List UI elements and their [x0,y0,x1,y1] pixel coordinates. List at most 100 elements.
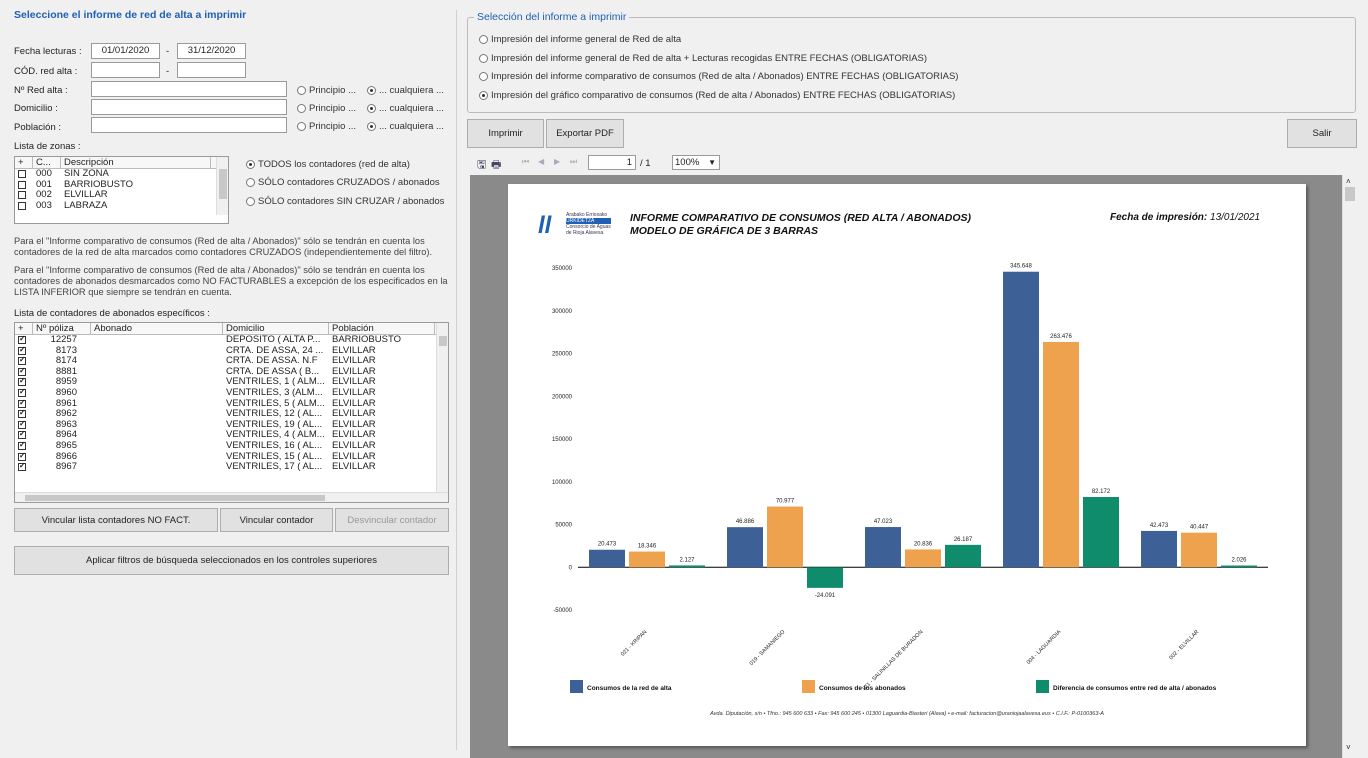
report-option-radio[interactable]: Impresión del informe general de Red de … [479,34,681,45]
scroll-up-icon[interactable]: ˄ [1346,177,1351,186]
data-label: 20.836 [914,541,933,547]
scroll-thumb[interactable] [25,495,325,501]
row-checkbox[interactable] [15,441,33,452]
sin-cruzar-radio[interactable]: SÓLO contadores SIN CRUZAR / abonados [246,196,444,207]
list-item[interactable]: 003 LABRAZA [15,201,228,212]
cod-to-input[interactable] [177,62,246,78]
logo-icon: ll [538,212,552,239]
row-checkbox[interactable] [15,201,33,212]
next-page-icon[interactable]: ▶ [554,157,560,166]
zoom-value: 100% [675,157,700,168]
radio-label: Impresión del informe comparativo de con… [491,71,959,82]
data-label: 18.346 [638,544,657,550]
table-row[interactable]: 12257 DEPOSITO ( ALTA P... BARRIOBUSTO [15,335,448,346]
desvincular-button[interactable]: Desvincular contador [335,508,449,532]
abonados-hscrollbar[interactable] [15,492,448,502]
row-checkbox[interactable] [15,335,33,346]
radio-label: Principio ... [309,85,356,96]
poblacion-cell: ELVILLAR [332,409,376,420]
nred-cualquiera-radio[interactable]: ... cualquiera ... [367,85,444,96]
page-input[interactable]: 1 [588,155,636,170]
nred-input[interactable] [91,81,287,97]
table-row[interactable]: 8967 VENTRILES, 17 ( AL... ELVILLAR [15,462,448,473]
list-item[interactable]: 000 SIN ZONA [15,169,228,180]
viewer-scrollbar[interactable]: ˄ ˅ [1342,175,1356,758]
category-label: 011 - SALINILLAS DE BURADON [862,629,925,692]
table-row[interactable]: 8881 CRTA. DE ASSA ( B... ELVILLAR [15,367,448,378]
imprimir-button[interactable]: Imprimir [467,119,544,148]
radio-label: ... cualquiera ... [379,121,444,132]
table-row[interactable]: 8962 VENTRILES, 12 ( AL... ELVILLAR [15,409,448,420]
cruzados-radio[interactable]: SÓLO contadores CRUZADOS / abonados [246,177,440,188]
report-option-radio[interactable]: Impresión del informe general de Red de … [479,53,927,64]
cod-from-input[interactable] [91,62,160,78]
table-row[interactable]: 8174 CRTA. DE ASSA. N.F ELVILLAR [15,356,448,367]
poblacion-cualquiera-radio[interactable]: ... cualquiera ... [367,121,444,132]
scroll-down-icon[interactable]: ˅ [1346,743,1351,752]
report-option-radio[interactable]: Impresión del gráfico comparativo de con… [479,90,955,101]
row-checkbox[interactable] [15,180,33,191]
radio-label: Principio ... [309,121,356,132]
row-checkbox[interactable] [15,430,33,441]
poblacion-principio-radio[interactable]: Principio ... [297,121,356,132]
row-checkbox[interactable] [15,346,33,357]
row-checkbox[interactable] [15,190,33,201]
poblacion-input[interactable] [91,117,287,133]
vincular-button[interactable]: Vincular contador [220,508,333,532]
aplicar-filtros-button[interactable]: Aplicar filtros de búsqueda seleccionado… [14,546,449,575]
exportar-pdf-button[interactable]: Exportar PDF [546,119,624,148]
fecha-from-input[interactable]: 01/01/2020 [91,43,160,59]
row-checkbox[interactable] [15,462,33,473]
row-checkbox[interactable] [15,377,33,388]
row-checkbox[interactable] [15,169,33,180]
abonado-cell [91,367,223,378]
radio-label: SÓLO contadores CRUZADOS / abonados [258,177,440,188]
abonados-scrollbar[interactable] [436,323,448,493]
prev-page-icon[interactable]: ◀ [538,157,544,166]
zonas-grid[interactable]: + C... Descripción 000 SIN ZONA 001 BARR… [14,156,229,224]
vincular-lista-button[interactable]: Vincular lista contadores NO FACT. [14,508,218,532]
row-checkbox[interactable] [15,356,33,367]
export-icon[interactable]: 🖫 [477,156,486,175]
scroll-thumb[interactable] [219,169,227,199]
row-checkbox[interactable] [15,367,33,378]
list-item[interactable]: 001 BARRIOBUSTO [15,180,228,191]
table-row[interactable]: 8963 VENTRILES, 19 ( AL... ELVILLAR [15,420,448,431]
col-header: C... [33,157,61,168]
report-option-radio[interactable]: Impresión del informe comparativo de con… [479,71,958,82]
list-item[interactable]: 002 ELVILLAR [15,190,228,201]
zoom-select[interactable]: 100% ▼ [672,155,720,170]
nred-principio-radio[interactable]: Principio ... [297,85,356,96]
domicilio-principio-radio[interactable]: Principio ... [297,103,356,114]
row-checkbox[interactable] [15,452,33,463]
radio-dot [367,122,376,131]
fecha-to-input[interactable]: 31/12/2020 [177,43,246,59]
table-row[interactable]: 8959 VENTRILES, 1 ( ALM... ELVILLAR [15,377,448,388]
table-row[interactable]: 8966 VENTRILES, 15 ( AL... ELVILLAR [15,452,448,463]
table-row[interactable]: 8965 VENTRILES, 16 ( AL... ELVILLAR [15,441,448,452]
domicilio-cell: CRTA. DE ASSA. N.F [226,356,318,367]
last-page-icon[interactable]: ⏭ [570,157,577,167]
first-page-icon[interactable]: ⏮ [522,157,529,167]
salir-button[interactable]: Salir [1287,119,1357,148]
zonas-scrollbar[interactable] [216,157,228,215]
table-row[interactable]: 8961 VENTRILES, 5 ( ALM... ELVILLAR [15,399,448,410]
table-row[interactable]: 8960 VENTRILES, 3 (ALM... ELVILLAR [15,388,448,399]
zona-code: 001 [36,179,52,190]
row-checkbox[interactable] [15,388,33,399]
table-row[interactable]: 8964 VENTRILES, 4 ( ALM... ELVILLAR [15,430,448,441]
domicilio-cualquiera-radio[interactable]: ... cualquiera ... [367,103,444,114]
scroll-thumb[interactable] [1345,187,1355,201]
row-checkbox[interactable] [15,409,33,420]
domicilio-input[interactable] [91,99,287,115]
todos-radio[interactable]: TODOS los contadores (red de alta) [246,159,410,170]
scroll-thumb[interactable] [439,336,447,346]
domicilio-cell: VENTRILES, 19 ( AL... [226,419,323,430]
col-header: Población [329,323,435,334]
row-checkbox[interactable] [15,399,33,410]
radio-dot [479,72,488,81]
row-checkbox[interactable] [15,420,33,431]
print-icon[interactable]: 🖶 [491,156,501,175]
table-row[interactable]: 8173 CRTA. DE ASSA, 24 ... ELVILLAR [15,346,448,357]
abonados-grid[interactable]: + Nº póliza Abonado Domicilio Población … [14,322,449,503]
